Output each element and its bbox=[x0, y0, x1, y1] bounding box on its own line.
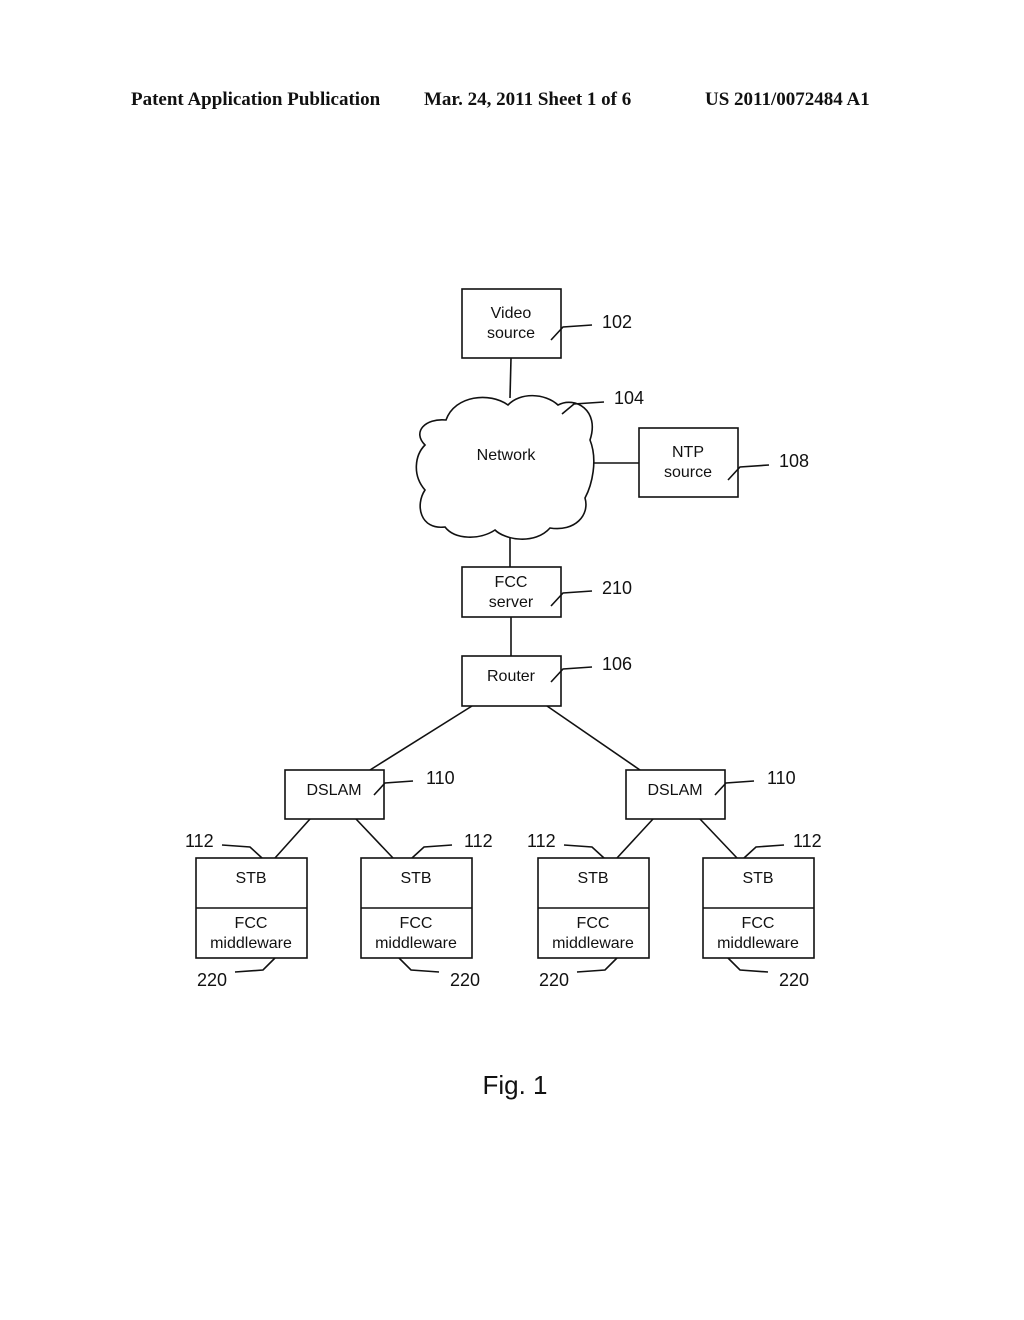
ref-110: 110 bbox=[767, 768, 796, 788]
fcc-server-label-2: server bbox=[489, 594, 534, 611]
ref-102: 102 bbox=[602, 312, 632, 332]
dslam-label: DSLAM bbox=[306, 782, 361, 799]
leader-line bbox=[398, 957, 440, 973]
video-source-label-1: Video bbox=[491, 305, 532, 322]
video-source-label-2: source bbox=[487, 325, 535, 342]
middleware-label-2: middleware bbox=[552, 935, 634, 952]
router-label: Router bbox=[487, 668, 536, 685]
fcc-server-label-1: FCC bbox=[495, 574, 528, 591]
leader-line bbox=[234, 957, 276, 973]
ref-220: 220 bbox=[450, 970, 480, 990]
ref-108: 108 bbox=[779, 451, 809, 471]
ref-210: 210 bbox=[602, 578, 632, 598]
router-node: Router 106 bbox=[461, 654, 632, 707]
middleware-label-1: FCC bbox=[577, 915, 610, 932]
link-dslam-stb-3 bbox=[616, 818, 654, 859]
middleware-label-1: FCC bbox=[235, 915, 268, 932]
ntp-source-label-2: source bbox=[664, 464, 712, 481]
middleware-label-1: FCC bbox=[742, 915, 775, 932]
ref-112: 112 bbox=[185, 831, 214, 851]
dslam-node-left: DSLAM 110 bbox=[284, 768, 455, 820]
link-router-dslam-right bbox=[546, 705, 641, 771]
middleware-label-1: FCC bbox=[400, 915, 433, 932]
leader-line bbox=[576, 957, 618, 973]
link-router-dslam-left bbox=[369, 705, 473, 771]
link-video-network bbox=[509, 357, 512, 399]
stb-label: STB bbox=[577, 870, 608, 887]
ntp-source-node: NTP source 108 bbox=[638, 427, 809, 498]
fcc-server-node: FCC server 210 bbox=[461, 566, 632, 618]
ref-112: 112 bbox=[793, 831, 822, 851]
leader-line bbox=[221, 844, 263, 859]
middleware-label-2: middleware bbox=[210, 935, 292, 952]
dslam-label: DSLAM bbox=[647, 782, 702, 799]
network-label: Network bbox=[477, 447, 537, 464]
stb-node-2: STB FCC middleware 112 220 bbox=[360, 831, 493, 990]
ref-112: 112 bbox=[464, 831, 493, 851]
ref-112: 112 bbox=[527, 831, 556, 851]
middleware-label-2: middleware bbox=[375, 935, 457, 952]
stb-node-3: STB FCC middleware 112 220 bbox=[527, 831, 650, 990]
ref-220: 220 bbox=[539, 970, 569, 990]
middleware-label-2: middleware bbox=[717, 935, 799, 952]
link-dslam-stb-4 bbox=[699, 818, 738, 859]
stb-node-1: STB FCC middleware 112 220 bbox=[185, 831, 308, 990]
leader-line bbox=[727, 957, 769, 973]
ref-110: 110 bbox=[426, 768, 455, 788]
stb-label: STB bbox=[400, 870, 431, 887]
leader-line bbox=[411, 844, 453, 859]
network-diagram: Video source 102 Network 104 NTP source … bbox=[185, 288, 822, 1100]
dslam-node-right: DSLAM 110 bbox=[625, 768, 796, 820]
leader-line bbox=[563, 844, 605, 859]
stb-label: STB bbox=[235, 870, 266, 887]
ref-106: 106 bbox=[602, 654, 632, 674]
link-dslam-stb-1 bbox=[274, 818, 311, 859]
cloud-shape bbox=[415, 394, 595, 540]
ref-104: 104 bbox=[614, 388, 644, 408]
ref-220: 220 bbox=[197, 970, 227, 990]
link-dslam-stb-2 bbox=[355, 818, 394, 859]
ref-220: 220 bbox=[779, 970, 809, 990]
ntp-source-label-1: NTP bbox=[672, 444, 704, 461]
stb-node-4: STB FCC middleware 112 220 bbox=[702, 831, 822, 990]
video-source-node: Video source 102 bbox=[461, 288, 632, 359]
stb-label: STB bbox=[742, 870, 773, 887]
figure-caption: Fig. 1 bbox=[482, 1070, 547, 1100]
leader-line bbox=[743, 844, 785, 859]
